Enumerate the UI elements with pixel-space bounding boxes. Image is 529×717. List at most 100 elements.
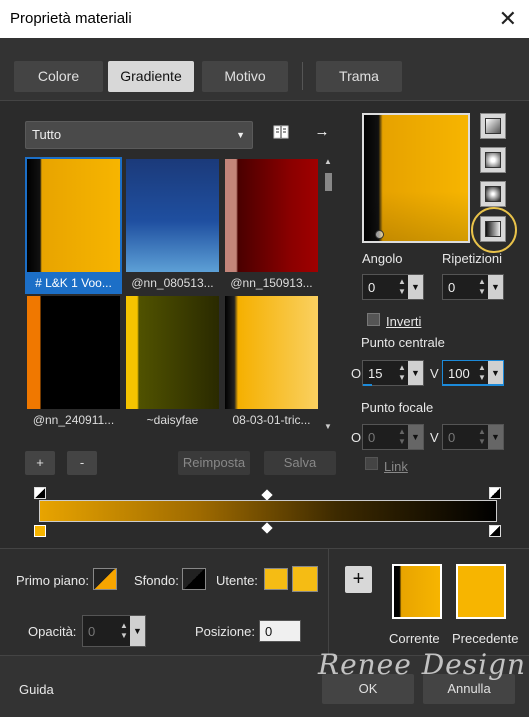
center-v-label: V	[430, 366, 439, 381]
invert-label: Inverti	[386, 314, 422, 329]
gradient-thumbnail[interactable]: @nn_080513...	[124, 157, 221, 294]
thumbnail-image	[27, 159, 120, 272]
link-checkbox[interactable]	[365, 457, 378, 470]
gradient-editor-bar[interactable]	[39, 500, 497, 522]
center-v-input[interactable]: 100 ▲ ▼ ▼	[442, 360, 504, 386]
top-right-stop-marker[interactable]	[489, 487, 501, 499]
chevron-down-icon[interactable]: ▼	[488, 425, 503, 449]
gradient-thumbnail[interactable]: # L&K 1 Voo...	[25, 157, 122, 294]
gradient-thumbnail[interactable]: ~daisyfae	[124, 294, 221, 427]
stepper-arrows-icon[interactable]: ▲ ▼	[477, 427, 487, 447]
thumbnail-image	[27, 296, 120, 409]
close-icon[interactable]: ✕	[499, 6, 517, 32]
stepper-arrows-icon[interactable]: ▲ ▼	[477, 277, 487, 297]
center-h-slider[interactable]	[363, 384, 372, 386]
focal-h-label: O	[351, 430, 362, 445]
center-h-input[interactable]: 15 ▲ ▼ ▼	[362, 360, 424, 386]
tab-bar: Colore Gradiente Motivo Trama	[0, 38, 529, 100]
book-icon[interactable]	[270, 124, 292, 146]
rectangular-style-button[interactable]	[480, 147, 506, 173]
thumbnail-caption: ~daisyfae	[146, 413, 199, 427]
gradient-thumbnail[interactable]: 08-03-01-tric...	[223, 294, 320, 427]
thumbnail-caption: @nn_150913...	[230, 276, 313, 290]
center-point-label: Punto centrale	[361, 335, 445, 350]
opacity-label: Opacità:	[28, 624, 77, 639]
watermark-logo: Renee Design	[318, 648, 527, 681]
top-left-stop-marker[interactable]	[34, 487, 46, 499]
chevron-down-icon[interactable]: ▼	[488, 361, 503, 385]
scrollbar-thumb[interactable]	[325, 173, 332, 191]
thumbnail-scrollbar[interactable]: ▲ ▼	[322, 157, 335, 431]
stepper-arrows-icon[interactable]: ▲ ▼	[397, 363, 407, 383]
center-point-handle[interactable]	[375, 230, 384, 239]
repeats-label: Ripetizioni	[442, 251, 502, 266]
tab-motivo[interactable]: Motivo	[202, 61, 288, 92]
angle-input[interactable]: 0 ▲ ▼ ▼	[362, 274, 424, 300]
thumbnail-image	[126, 296, 219, 409]
chevron-down-icon[interactable]: ▼	[324, 422, 332, 431]
foreground-label: Primo piano:	[16, 573, 89, 588]
tab-gradiente[interactable]: Gradiente	[108, 61, 194, 92]
chevron-down-icon: ▼	[236, 130, 245, 140]
invert-checkbox[interactable]	[367, 313, 380, 326]
repeats-input[interactable]: 0 ▲ ▼ ▼	[442, 274, 504, 300]
library-dropdown[interactable]: Tutto ▼	[25, 121, 253, 149]
chevron-down-icon[interactable]: ▼	[488, 275, 503, 299]
linear-style-button[interactable]	[480, 113, 506, 139]
position-input[interactable]: 0	[259, 620, 301, 642]
highlight-ring	[471, 207, 517, 253]
thumbnail-caption: 08-03-01-tric...	[232, 413, 311, 427]
focal-v-input[interactable]: 0 ▲ ▼ ▼	[442, 424, 504, 450]
thumbnail-image	[126, 159, 219, 272]
chevron-down-icon[interactable]: ▼	[408, 275, 423, 299]
sunburst-gradient-icon	[485, 186, 501, 202]
background-swatch[interactable]	[182, 568, 206, 590]
current-label: Corrente	[389, 631, 440, 646]
title-bar: Proprietà materiali ✕	[0, 0, 529, 38]
previous-material-swatch[interactable]	[456, 564, 506, 619]
thumbnail-image	[225, 296, 318, 409]
add-gradient-button[interactable]: +	[25, 451, 55, 475]
thumbnail-caption: # L&K 1 Voo...	[35, 276, 112, 290]
tab-trama[interactable]: Trama	[316, 61, 402, 92]
chevron-down-icon[interactable]: ▼	[408, 361, 423, 385]
tab-colore[interactable]: Colore	[14, 61, 103, 92]
save-button[interactable]: Salva	[264, 451, 336, 475]
stepper-arrows-icon[interactable]: ▲ ▼	[119, 621, 129, 641]
arrow-right-icon[interactable]: →	[311, 121, 333, 143]
window-title: Proprietà materiali	[10, 10, 132, 27]
rectangular-gradient-icon	[485, 152, 501, 168]
library-selected: Tutto	[32, 127, 62, 142]
add-swatch-button[interactable]: +	[345, 566, 372, 593]
gradient-preview[interactable]	[362, 113, 470, 243]
user-color-swatch[interactable]	[264, 568, 288, 590]
center-v-slider[interactable]	[443, 384, 503, 386]
gradient-thumbnail[interactable]: @nn_240911...	[25, 294, 122, 427]
thumbnail-caption: @nn_240911...	[32, 413, 115, 427]
opacity-input[interactable]: 0 ▲ ▼ ▼	[82, 615, 146, 647]
angle-label: Angolo	[362, 251, 403, 266]
user-color-picker[interactable]	[292, 566, 318, 592]
gradient-thumbnail-grid: # L&K 1 Voo... @nn_080513... @nn_150913.…	[25, 157, 321, 427]
thumbnail-caption: @nn_080513...	[131, 276, 214, 290]
background-label: Sfondo:	[134, 573, 179, 588]
left-color-stop[interactable]	[34, 525, 46, 537]
remove-gradient-button[interactable]: -	[67, 451, 97, 475]
stepper-arrows-icon[interactable]: ▲ ▼	[397, 427, 407, 447]
chevron-down-icon[interactable]: ▼	[130, 616, 145, 646]
chevron-up-icon[interactable]: ▲	[324, 157, 332, 166]
focal-h-input[interactable]: 0 ▲ ▼ ▼	[362, 424, 424, 450]
stepper-arrows-icon[interactable]: ▲ ▼	[477, 363, 487, 383]
chevron-down-icon[interactable]: ▼	[408, 425, 423, 449]
foreground-swatch[interactable]	[93, 568, 117, 590]
help-link[interactable]: Guida	[19, 682, 54, 697]
current-material-swatch[interactable]	[392, 564, 442, 619]
reset-button[interactable]: Reimposta	[178, 451, 250, 475]
linear-gradient-icon	[485, 118, 501, 134]
gradient-thumbnail[interactable]: @nn_150913...	[223, 157, 320, 294]
previous-label: Precedente	[452, 631, 519, 646]
focal-v-label: V	[430, 430, 439, 445]
stepper-arrows-icon[interactable]: ▲ ▼	[397, 277, 407, 297]
sunburst-style-button[interactable]	[480, 181, 506, 207]
right-color-stop[interactable]	[489, 525, 501, 537]
